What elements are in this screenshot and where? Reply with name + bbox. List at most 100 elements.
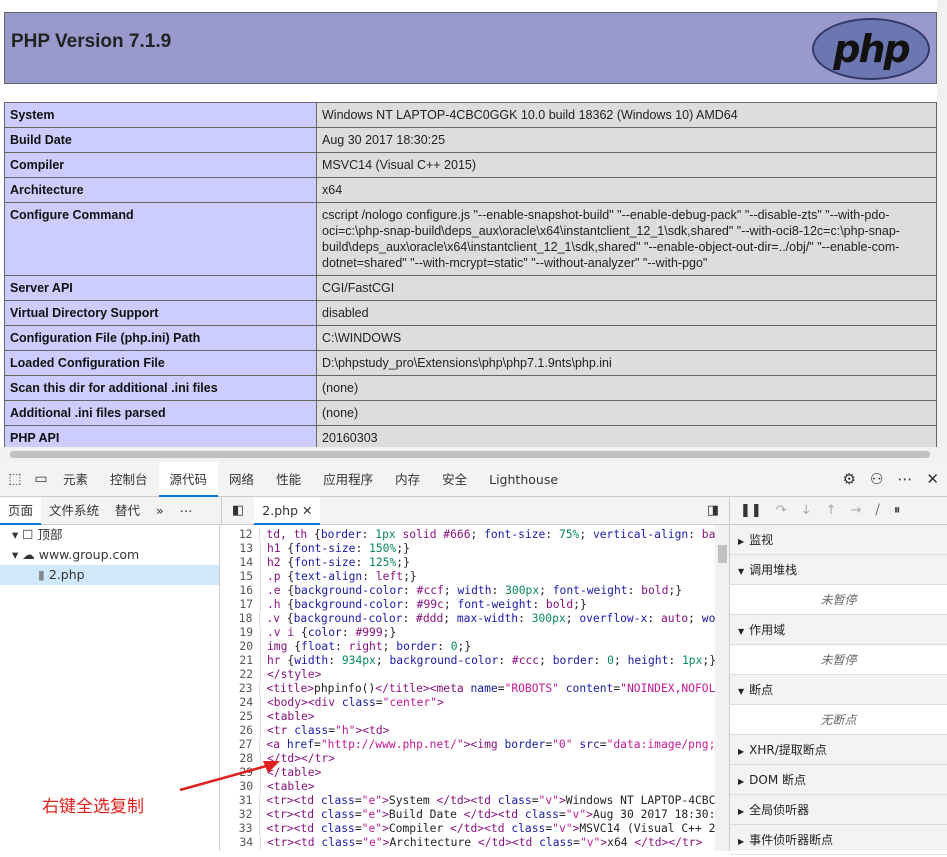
line-number[interactable]: 20 <box>221 640 261 654</box>
settings-gear-icon[interactable]: ⚙ <box>843 470 856 488</box>
tab-8[interactable]: Lighthouse <box>478 462 569 497</box>
code-token: #ccf <box>416 584 444 597</box>
editor-scrollbar[interactable] <box>715 525 729 851</box>
line-number[interactable]: 12 <box>221 528 261 542</box>
line-number[interactable]: 34 <box>221 836 261 850</box>
code-token: = <box>558 808 566 821</box>
line-number[interactable]: 32 <box>221 808 261 822</box>
table-row: Additional .ini files parsed (none) <box>4 400 937 426</box>
table-row: Compiler MSVC14 (Visual C++ 2015) <box>4 152 937 178</box>
tree-top-frame[interactable]: ▾ ☐ 顶部 <box>0 525 219 545</box>
code-token: : <box>491 584 506 597</box>
step-icon[interactable]: → <box>851 503 862 518</box>
tree-domain[interactable]: ▾ ☁ www.group.com <box>0 545 219 565</box>
annotation-text: 右键全选复制 <box>42 797 144 817</box>
pause-icon[interactable]: ❚❚ <box>740 503 762 518</box>
toggle-debugger-icon[interactable]: ◨ <box>707 503 729 518</box>
tab-7[interactable]: 安全 <box>431 462 478 497</box>
line-number[interactable]: 22 <box>221 668 261 682</box>
line-number[interactable]: 25 <box>221 710 261 724</box>
tab-5[interactable]: 应用程序 <box>312 462 384 497</box>
feedback-icon[interactable]: ⚇ <box>870 470 883 488</box>
more-options-icon[interactable]: ⋯ <box>172 497 201 525</box>
line-number[interactable]: 26 <box>221 724 261 738</box>
tab-3[interactable]: 网络 <box>218 462 265 497</box>
nav-tab-0[interactable]: 页面 <box>0 496 42 525</box>
line-number[interactable]: 19 <box>221 626 261 640</box>
page-vertical-scrollbar[interactable] <box>937 0 947 447</box>
line-number[interactable]: 24 <box>221 696 261 710</box>
triangle-right-icon: ▶ <box>738 537 745 546</box>
code-token: ;} <box>403 570 417 583</box>
line-code: <tr><td class="e">Compiler </td><td clas… <box>260 822 729 836</box>
section-empty-message: 未暂停 <box>730 645 947 675</box>
line-number[interactable]: 17 <box>221 598 261 612</box>
section-label: 全局侦听器 <box>749 803 810 817</box>
more-tabs-icon[interactable]: » <box>148 497 172 525</box>
tab-1[interactable]: 控制台 <box>99 462 159 497</box>
debugger-section-header[interactable]: ▶ DOM 断点 <box>730 765 947 795</box>
inspect-element-icon[interactable]: ⬚ <box>4 471 26 487</box>
row-value: (none) <box>316 375 937 401</box>
tab-2[interactable]: 源代码 <box>158 461 219 497</box>
debugger-section-header[interactable]: ▶ 全局侦听器 <box>730 795 947 825</box>
device-toolbar-icon[interactable]: ▭ <box>30 471 52 487</box>
tab-0[interactable]: 元素 <box>52 462 99 497</box>
code-token: font-size <box>294 556 356 569</box>
nav-tab-2[interactable]: 替代 <box>107 497 148 525</box>
scroll-thumb[interactable] <box>718 545 727 563</box>
debugger-section-header[interactable]: ▼ 断点 <box>730 675 947 705</box>
debugger-section-header[interactable]: ▶ 监视 <box>730 525 947 555</box>
close-tab-icon[interactable]: ✕ <box>302 503 312 518</box>
triangle-right-icon: ▶ <box>738 747 745 756</box>
line-number[interactable]: 16 <box>221 584 261 598</box>
step-over-icon[interactable]: ↷ <box>776 503 787 518</box>
nav-tab-1[interactable]: 文件系统 <box>41 497 107 525</box>
tab-4[interactable]: 性能 <box>265 462 312 497</box>
line-number[interactable]: 21 <box>221 654 261 668</box>
code-token: right <box>348 640 383 653</box>
more-options-icon[interactable]: ⋯ <box>897 470 912 488</box>
tree-file[interactable]: ▮ 2.php <box>0 565 219 585</box>
pause-on-exceptions-icon[interactable]: ⏸ <box>894 503 901 518</box>
debugger-section-header[interactable]: ▼ 作用域 <box>730 615 947 645</box>
code-line: 29</table> <box>221 766 729 780</box>
row-key: Build Date <box>4 127 317 153</box>
line-number[interactable]: 18 <box>221 612 261 626</box>
tab-6[interactable]: 内存 <box>384 462 431 497</box>
deactivate-breakpoints-icon[interactable]: ⧸ <box>875 503 879 518</box>
page-horizontal-scrollbar[interactable] <box>0 447 947 462</box>
code-token: h2 <box>267 556 288 569</box>
debugger-section-header[interactable]: ▼ 调用堆栈 <box>730 555 947 585</box>
code-token: </title><meta <box>375 682 471 695</box>
close-icon[interactable]: ✕ <box>926 470 939 488</box>
code-token: ><img <box>463 738 505 751</box>
row-key: Server API <box>4 275 317 301</box>
code-token: : <box>688 528 702 541</box>
code-token: <title> <box>266 682 315 695</box>
toggle-navigator-icon[interactable]: ◧ <box>222 503 254 518</box>
step-into-icon[interactable]: ↓ <box>801 503 812 518</box>
line-code: <tr><td class="e">System </td><td class=… <box>260 794 729 808</box>
debugger-section-header[interactable]: ▶ XHR/提取断点 <box>730 735 947 765</box>
line-number[interactable]: 33 <box>221 822 261 836</box>
code-token: </td><td <box>463 808 525 821</box>
line-number[interactable]: 13 <box>221 542 261 556</box>
devtools: ⬚ ▭ 元素 控制台 源代码 网络 性能 应用程序 内存 安全 Lighthouse ⚙ ⚇ ⋯… <box>0 461 947 855</box>
file-tab[interactable]: 2.php ✕ <box>254 496 321 525</box>
line-number[interactable]: 23 <box>221 682 261 696</box>
line-number[interactable]: 15 <box>221 570 261 584</box>
code-editor[interactable]: 12 td, th {border: 1px solid #666; font-s… <box>221 525 729 851</box>
code-token: </td><td <box>436 794 498 807</box>
scroll-thumb[interactable] <box>10 451 930 458</box>
step-out-icon[interactable]: ↑ <box>826 503 837 518</box>
line-number[interactable]: 27 <box>221 738 261 752</box>
code-token: ;} <box>668 584 682 597</box>
code-token: border <box>396 640 438 653</box>
code-token: "e" <box>361 808 383 821</box>
code-token: class <box>320 822 355 835</box>
code-token: ; <box>539 584 553 597</box>
php-logo-link[interactable]: php <box>812 18 930 80</box>
line-number[interactable]: 14 <box>221 556 261 570</box>
code-token: ;} <box>396 556 410 569</box>
